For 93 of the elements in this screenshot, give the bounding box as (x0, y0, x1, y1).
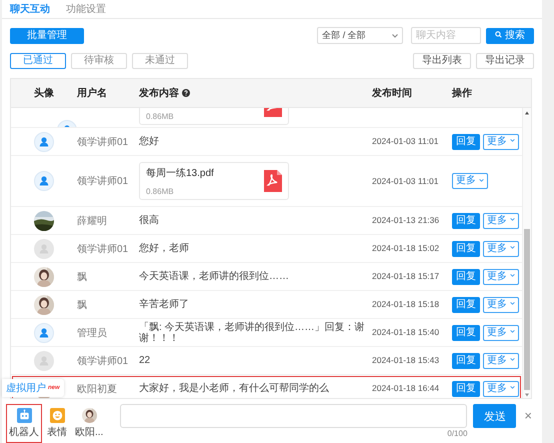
tab[interactable]: 功能设置 (66, 2, 106, 16)
search-field[interactable]: 聊天内容 (411, 27, 482, 44)
publish-time: 2024-01-18 16:44 (372, 383, 440, 393)
caret-icon (510, 386, 515, 390)
search-button[interactable]: 搜索 (486, 28, 534, 44)
close-button[interactable]: × (524, 404, 532, 428)
reply-button[interactable]: 回复 (452, 134, 480, 150)
character-counter: 0/100 (447, 429, 468, 438)
file-name: 每周一练13.pdf (146, 167, 214, 180)
username: 领学讲师01 (77, 136, 128, 148)
publish-time: 2024-01-18 15:17 (372, 271, 440, 281)
composer-tool[interactable]: 欧阳... (72, 404, 106, 443)
column-header: 用户名 (77, 86, 108, 100)
user-avatar-icon (34, 171, 54, 191)
filter-dropdown[interactable]: 全部 / 全部 (317, 27, 404, 44)
tab[interactable]: 聊天互动 (10, 2, 50, 16)
message-text: 您好，老师 (139, 243, 190, 254)
reply-button[interactable]: 回复 (452, 268, 480, 284)
column-header: 操作 (452, 86, 473, 100)
caret-icon (392, 34, 398, 38)
composer-tool[interactable]: 表情 (44, 404, 70, 443)
message-text: 很高 (139, 215, 160, 226)
composer-tool[interactable]: 机器人 (6, 404, 42, 443)
caret-icon (510, 358, 515, 362)
scrollbar-thumb[interactable] (524, 229, 530, 390)
username: 飘 (77, 300, 87, 310)
more-button[interactable]: 更多 (483, 296, 519, 312)
username: 领学讲师01 (77, 176, 128, 187)
more-button[interactable]: 更多 (452, 173, 488, 189)
status-filter-button[interactable]: 未通过 (132, 53, 188, 69)
user-avatar-icon (34, 238, 54, 258)
caret-icon (478, 178, 484, 182)
smiley-icon (50, 408, 64, 423)
publish-time: 2024-01-03 11:01 (372, 136, 438, 146)
send-button[interactable]: 发送 (473, 404, 516, 428)
username: 领学讲师01 (77, 356, 128, 366)
publish-time: 2024-01-13 21:36 (372, 215, 440, 225)
message-text: 大家好，我是小老师，有什么可帮同学的么 (139, 383, 330, 394)
reply-button[interactable]: 回复 (452, 240, 480, 256)
search-icon (495, 30, 502, 38)
export-button[interactable]: 导出记录 (476, 53, 534, 69)
more-button[interactable]: 更多 (483, 268, 519, 284)
publish-time: 2024-01-03 11:01 (372, 176, 438, 186)
reply-button[interactable]: 回复 (452, 212, 480, 228)
help-icon (182, 89, 190, 97)
reply-button[interactable]: 回复 (452, 324, 480, 340)
username: 管理员 (77, 328, 107, 338)
username: 飘 (77, 272, 87, 282)
more-button[interactable]: 更多 (483, 324, 519, 340)
more-button[interactable]: 更多 (483, 352, 519, 368)
more-button[interactable]: 更多 (483, 212, 519, 228)
batch-manage-button[interactable]: 批量管理 (10, 28, 84, 44)
reply-button[interactable]: 回复 (452, 380, 480, 396)
reply-button[interactable]: 回复 (452, 352, 480, 368)
scrollbar[interactable] (522, 108, 531, 398)
column-header: 发布时间 (372, 86, 413, 100)
caret-icon (510, 246, 515, 250)
user-avatar-icon (34, 132, 54, 152)
message-text: 今天英语课，老师讲的很到位…… (139, 271, 290, 282)
caret-icon (510, 139, 515, 142)
robot-icon (16, 408, 32, 423)
message-text: 「飘: 今天英语课，老师讲的很到位……」回复：谢谢！！！ (139, 322, 365, 344)
caret-icon (510, 330, 515, 334)
user-avatar-icon (34, 350, 54, 370)
message-text: 您好 (139, 136, 160, 147)
caret-icon (510, 218, 515, 222)
user-avatar-icon (34, 322, 54, 342)
scroll-up-icon[interactable] (524, 110, 530, 116)
scroll-down-icon[interactable] (524, 392, 530, 398)
username: 薛耀明 (77, 216, 107, 226)
more-button[interactable]: 更多 (483, 240, 519, 256)
status-filter-button[interactable]: 待审核 (71, 53, 127, 69)
pdf-file-icon (264, 170, 282, 192)
publish-time: 2024-01-18 15:02 (372, 243, 440, 253)
more-button[interactable]: 更多 (483, 134, 519, 150)
reply-button[interactable]: 回复 (452, 296, 480, 312)
column-header: 发布内容 (139, 86, 179, 100)
more-button[interactable]: 更多 (483, 380, 519, 396)
publish-time: 2024-01-18 15:18 (372, 299, 440, 309)
status-filter-button[interactable]: 已通过 (10, 53, 66, 69)
message-input[interactable] (120, 404, 468, 428)
export-button[interactable]: 导出列表 (413, 53, 471, 69)
message-text: 辛苦老师了 (139, 299, 190, 310)
publish-time: 2024-01-18 15:43 (372, 355, 440, 365)
caret-icon (510, 302, 515, 306)
publish-time: 2024-01-18 15:40 (372, 327, 440, 337)
file-size: 0.86MB (146, 112, 174, 121)
caret-icon (510, 274, 515, 278)
username: 欧阳初夏 (77, 384, 117, 394)
message-text: 22 (139, 355, 152, 366)
file-size: 0.86MB (146, 187, 175, 196)
username: 领学讲师01 (77, 244, 128, 254)
column-header: 头像 (33, 86, 55, 100)
